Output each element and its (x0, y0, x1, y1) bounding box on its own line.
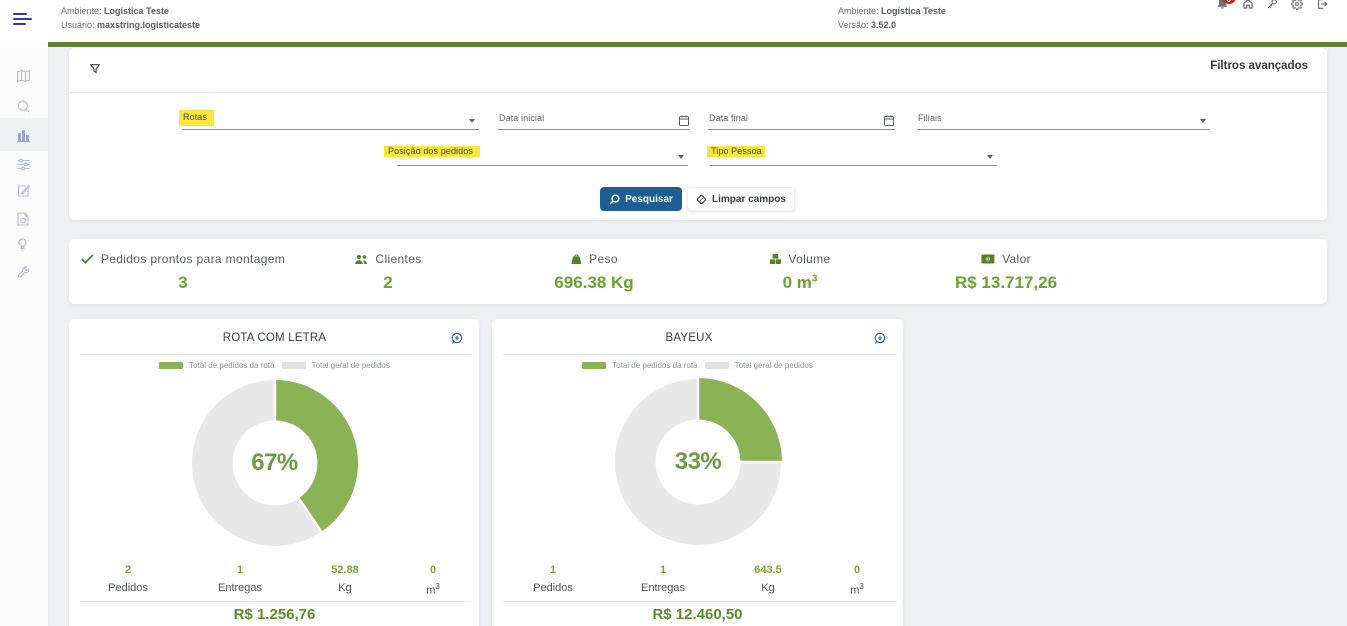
svg-text:0: 0 (986, 257, 989, 263)
